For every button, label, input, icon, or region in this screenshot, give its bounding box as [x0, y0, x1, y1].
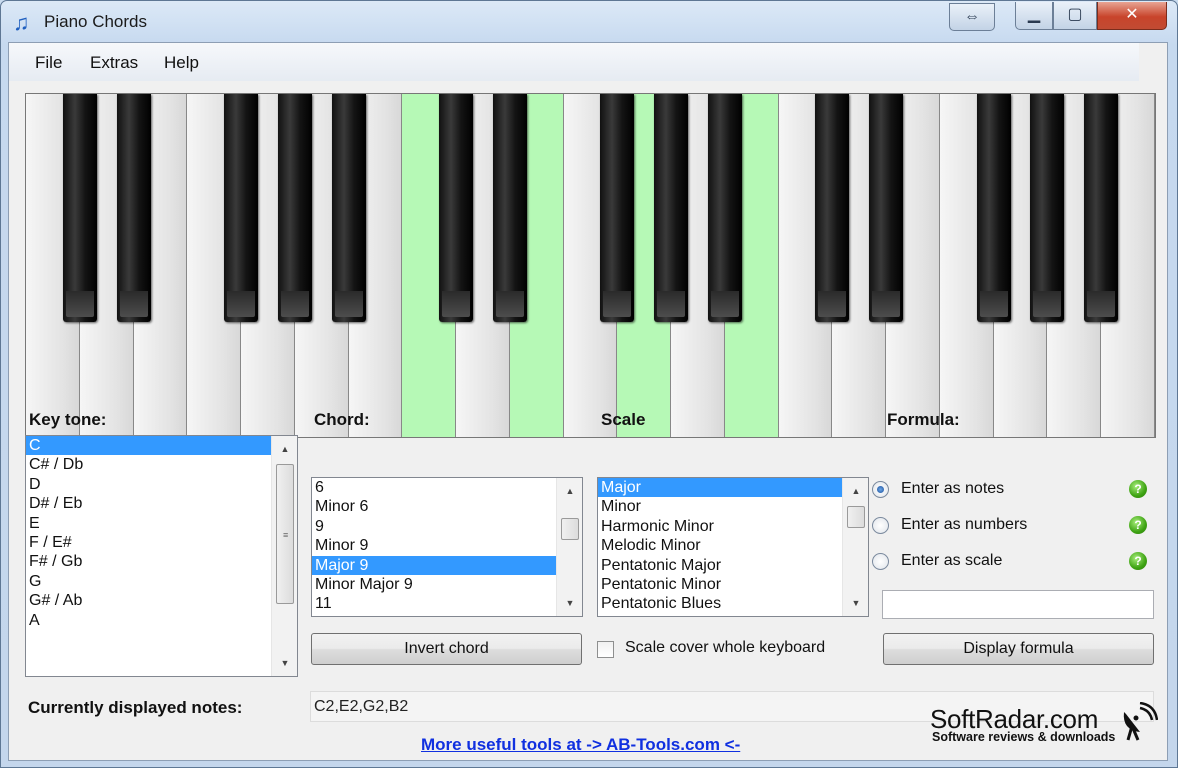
- chord-item[interactable]: 11: [312, 594, 556, 613]
- key-tone-item[interactable]: C: [26, 436, 271, 456]
- black-key[interactable]: [62, 94, 97, 322]
- swap-view-button[interactable]: ⇔: [949, 3, 995, 31]
- scale-scrollbar[interactable]: ▲ ▼: [842, 478, 868, 616]
- scroll-down-icon[interactable]: ▼: [272, 654, 297, 672]
- key-tone-item[interactable]: D: [26, 475, 271, 494]
- key-tone-item[interactable]: G: [26, 572, 271, 591]
- black-key[interactable]: [707, 94, 742, 322]
- scale-item[interactable]: Pentatonic Blues: [598, 594, 842, 613]
- key-tone-scrollbar[interactable]: ▲ ≡ ▼: [271, 436, 297, 676]
- key-tone-item[interactable]: A: [26, 611, 271, 630]
- chord-label: Chord:: [314, 410, 370, 429]
- scale-label: Scale: [601, 410, 646, 429]
- chord-item[interactable]: 9: [312, 517, 556, 536]
- scroll-up-icon[interactable]: ▲: [272, 440, 297, 458]
- title-bar[interactable]: ♫ Piano Chords ⇔ ▁ ▢ ✕: [1, 1, 1177, 43]
- scroll-up-icon[interactable]: ▲: [557, 482, 582, 500]
- close-button[interactable]: ✕: [1097, 2, 1167, 30]
- black-key[interactable]: [1084, 94, 1119, 322]
- key-tone-item[interactable]: E: [26, 514, 271, 533]
- menu-help[interactable]: Help: [164, 53, 199, 73]
- chord-item[interactable]: 6: [312, 478, 556, 497]
- window-title: Piano Chords: [44, 12, 148, 31]
- black-key[interactable]: [116, 94, 151, 322]
- scale-item[interactable]: Harmonic Minor: [598, 517, 842, 536]
- scroll-up-icon[interactable]: ▲: [843, 482, 868, 500]
- scroll-thumb[interactable]: [847, 506, 865, 528]
- radio-label: Enter as notes: [901, 480, 1005, 497]
- radio-button-checked[interactable]: [872, 481, 889, 498]
- radio-button[interactable]: [872, 553, 889, 570]
- minimize-button[interactable]: ▁: [1015, 2, 1053, 30]
- formula-input[interactable]: [882, 590, 1154, 619]
- black-key[interactable]: [331, 94, 366, 322]
- formula-label: Formula:: [887, 410, 960, 429]
- scale-cover-checkbox[interactable]: [597, 641, 614, 658]
- key-tone-item[interactable]: F / E#: [26, 533, 271, 552]
- black-key[interactable]: [277, 94, 312, 322]
- invert-chord-button[interactable]: Invert chord: [311, 633, 582, 665]
- chord-item[interactable]: Minor 6: [312, 497, 556, 516]
- black-key[interactable]: [439, 94, 474, 322]
- chord-item[interactable]: Minor Major 9: [312, 575, 556, 594]
- scale-item[interactable]: Pentatonic Minor: [598, 575, 842, 594]
- scale-cover-label: Scale cover whole keyboard: [625, 639, 826, 656]
- chord-scrollbar[interactable]: ▲ ▼: [556, 478, 582, 616]
- grip-icon: ≡: [283, 530, 289, 540]
- radio-button[interactable]: [872, 517, 889, 534]
- black-key[interactable]: [600, 94, 635, 322]
- maximize-button[interactable]: ▢: [1053, 2, 1097, 30]
- help-notes-icon[interactable]: ?: [1129, 480, 1147, 498]
- help-scale-icon[interactable]: ?: [1129, 552, 1147, 570]
- menu-file[interactable]: File: [35, 53, 62, 73]
- black-key[interactable]: [654, 94, 689, 322]
- scale-item[interactable]: Pentatonic Major: [598, 556, 842, 575]
- radio-label: Enter as scale: [901, 552, 1003, 569]
- scroll-down-icon[interactable]: ▼: [557, 594, 582, 612]
- key-tone-item[interactable]: G# / Ab: [26, 591, 271, 610]
- black-key[interactable]: [869, 94, 904, 322]
- chord-item[interactable]: Major 9: [312, 555, 556, 575]
- black-key[interactable]: [976, 94, 1011, 322]
- key-tone-item[interactable]: D# / Eb: [26, 494, 271, 513]
- music-note-icon: ♫: [13, 10, 30, 35]
- scroll-thumb[interactable]: ≡: [276, 464, 294, 604]
- satellite-dish-icon: [1123, 702, 1158, 741]
- chord-list[interactable]: 6 Minor 6 9 Minor 9 Major 9 Minor Major 9 11 ▲…: [311, 477, 583, 617]
- scroll-down-icon[interactable]: ▼: [843, 594, 868, 612]
- scale-item[interactable]: Minor: [598, 497, 842, 516]
- scale-item[interactable]: Major: [598, 478, 842, 498]
- radio-label: Enter as numbers: [901, 516, 1028, 533]
- scale-list[interactable]: Major Minor Harmonic Minor Melodic Minor Pen…: [597, 477, 869, 617]
- scroll-thumb[interactable]: [561, 518, 579, 540]
- chord-item[interactable]: Minor 9: [312, 536, 556, 555]
- menu-bar: File Extras Help: [9, 43, 1139, 81]
- black-key[interactable]: [492, 94, 527, 322]
- displayed-notes-label: Currently displayed notes:: [28, 698, 243, 717]
- scale-item[interactable]: Melodic Minor: [598, 536, 842, 555]
- black-key[interactable]: [815, 94, 850, 322]
- black-key[interactable]: [1030, 94, 1065, 322]
- piano-keyboard[interactable]: [25, 93, 1156, 438]
- watermark-subtitle: Software reviews & downloads: [932, 730, 1116, 744]
- key-tone-item[interactable]: F# / Gb: [26, 552, 271, 571]
- display-formula-button[interactable]: Display formula: [883, 633, 1154, 665]
- key-tone-list[interactable]: C C# / Db D D# / Eb E F / E# F# / Gb G G# / Ab A …: [25, 435, 298, 677]
- key-tone-label: Key tone:: [29, 410, 107, 429]
- help-numbers-icon[interactable]: ?: [1129, 516, 1147, 534]
- black-key[interactable]: [224, 94, 259, 322]
- ab-tools-link[interactable]: More useful tools at -> AB-Tools.com <-: [421, 735, 740, 755]
- menu-extras[interactable]: Extras: [90, 53, 138, 73]
- key-tone-item[interactable]: C# / Db: [26, 455, 271, 474]
